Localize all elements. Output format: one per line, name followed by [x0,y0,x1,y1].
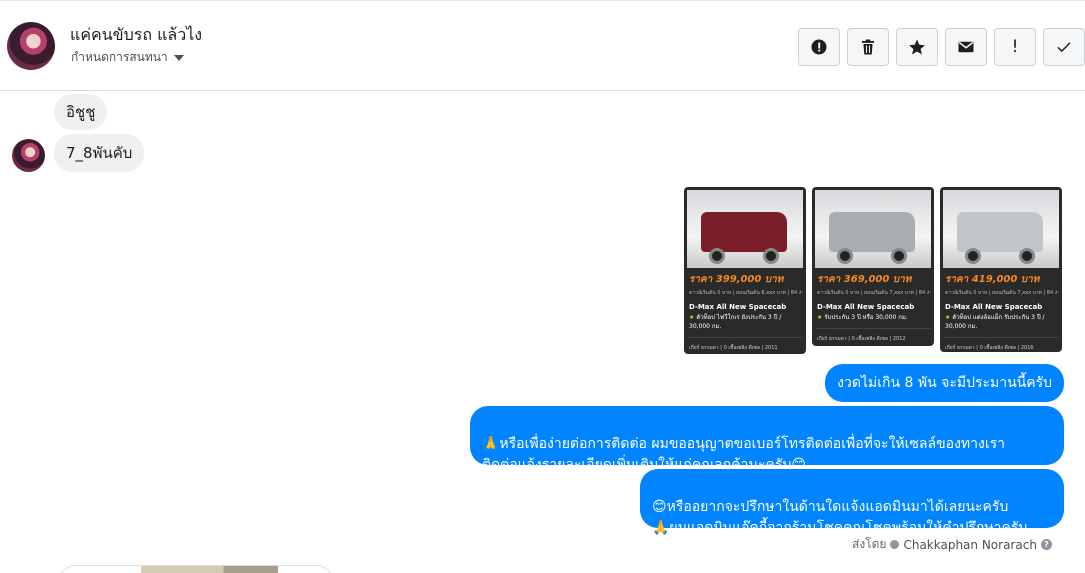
contact-name[interactable]: แค่คนขับรถ แล้วไง [70,23,202,48]
car-price: ราคา 399,000 บาท [689,274,784,285]
car-price: ราคา 419,000 บาท [945,274,1040,285]
car-price: ราคา 369,000 บาท [817,274,912,285]
car-description-text: ตัวท็อป แต่งล้อแม็ก รับประกัน 3 ปี / 30,… [945,314,1045,330]
message-text: 7_8พันคับ [66,144,133,162]
message-text: อิชูชู [66,103,96,121]
incoming-message: 7_8พันคับ [54,134,145,172]
alert-circle-icon [811,39,827,55]
car-description: ★ ตัวท็อป ไฟวีโกเร ยังประกัน 3 ปี / 30,0… [687,313,803,331]
car-description-text: ตัวท็อป ไฟวีโกเร ยังประกัน 3 ปี / 30,000… [689,314,782,330]
mark-unread-button[interactable] [945,28,987,66]
car-listing-images: ราคา 399,000 บาท ดาวน์เริ่มต้น 0 บาท | ผ… [684,187,1062,354]
follow-up-button[interactable]: ! [994,28,1036,66]
sent-by-label: ส่งโดย [852,537,887,551]
car-photo [815,190,931,268]
car-finance: ดาวน์เริ่มต้น 0 บาท | ผ่อนเริ่มต้น 7,xxx… [817,290,931,296]
agent-name[interactable]: Chakkaphan Norarach [903,538,1036,552]
car-photo [687,190,803,268]
message-text: 🙏หรือเพื่อง่ายต่อการติดต่อ ผมขออนุญาตขอเ… [482,436,1005,473]
exclamation-icon: ! [1011,37,1019,57]
outgoing-message: 🙏หรือเพื่อง่ายต่อการติดต่อ ผมขออนุญาตขอเ… [470,406,1064,473]
car-model: D-Max All New Spacecab [945,303,1043,311]
action-toolbar: ! [798,28,1085,66]
contact-avatar-small[interactable] [12,139,45,172]
car-specs: เกียร์ ธรรมดา | 0 เชื้อเพลิง ดีเซล | 201… [943,337,1059,354]
outgoing-message: งวดไม่เกิน 8 พัน จะมีประมานนี้ครับ [825,364,1064,402]
car-listing-card[interactable]: ราคา 399,000 บาท ดาวน์เริ่มต้น 0 บาท | ผ… [684,187,806,354]
car-model: D-Max All New Spacecab [689,303,787,311]
delete-button[interactable] [847,28,889,66]
contact-avatar[interactable] [7,22,55,70]
star-icon: ★ [689,314,695,321]
message-text: งวดไม่เกิน 8 พัน จะมีประมานนี้ครับ [837,374,1052,391]
check-icon [1057,42,1071,53]
caret-down-icon [173,54,184,61]
incoming-message: อิชูชู [54,94,108,130]
outgoing-message: 😊หรืออยากจะปรึกษาในด้านใดแจ้งแอดมินมาได้… [640,469,1064,536]
star-icon: ★ [817,314,823,321]
verified-icon [890,540,900,549]
car-description-text: รับประกัน 3 ปี หรือ 30,000 กม. [824,314,908,321]
car-description: ★ รับประกัน 3 ปี หรือ 30,000 กม. [815,313,931,322]
help-icon[interactable]: ? [1040,539,1052,550]
message-text: 😊หรืออยากจะปรึกษาในด้านใดแจ้งแอดมินมาได้… [652,499,1028,536]
star-button[interactable] [896,28,938,66]
car-description: ★ ตัวท็อป แต่งล้อแม็ก รับประกัน 3 ปี / 3… [943,313,1059,331]
conversation-header: แค่คนขับรถ แล้วไง กำหนดการสนทนา ! [0,0,1085,91]
car-specs: เกียร์ ธรรมดา | 0 เชื้อเพลิง ดีเซล | 201… [815,328,931,345]
car-finance: ดาวน์เริ่มต้น 0 บาท | ผ่อนเริ่มต้น 8,xxx… [689,290,803,296]
car-listing-card[interactable]: ราคา 369,000 บาท ดาวน์เริ่มต้น 0 บาท | ผ… [812,187,934,346]
sent-by: ส่งโดย Chakkaphan Norarach ? [852,535,1052,554]
report-button[interactable] [798,28,840,66]
car-listing-card[interactable]: ราคา 419,000 บาท ดาวน์เริ่มต้น 0 บาท | ผ… [940,187,1062,352]
car-model: D-Max All New Spacecab [817,303,915,311]
envelope-icon [958,41,974,53]
assign-conversation-dropdown[interactable]: กำหนดการสนทนา [71,48,184,67]
car-photo [943,190,1059,268]
car-finance: ดาวน์เริ่มต้น 0 บาท | ผ่อนเริ่มต้น 7,xxx… [945,290,1059,296]
partial-image-message[interactable] [58,565,334,573]
done-button[interactable] [1043,28,1085,66]
car-specs: เกียร์ ธรรมดา | 0 เชื้อเพลิง ดีเซล | 201… [687,337,803,354]
assign-label: กำหนดการสนทนา [71,50,168,64]
trash-icon [862,39,874,55]
star-icon: ★ [945,314,951,321]
star-icon [909,39,925,55]
